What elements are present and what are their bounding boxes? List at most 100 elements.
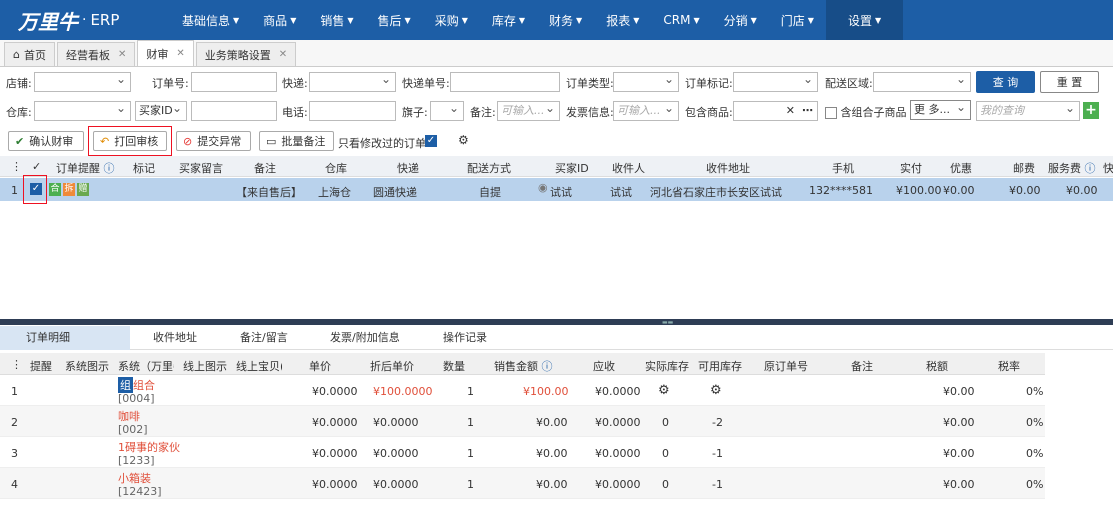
check-all-icon[interactable]: ✓	[32, 160, 41, 173]
flag-select[interactable]	[430, 99, 464, 121]
row-checkbox[interactable]: ✓	[30, 183, 42, 195]
nav-reports[interactable]: 报表 ▼	[594, 0, 651, 40]
submit-exception-button[interactable]: ⊘ 提交异常	[176, 131, 251, 151]
col-express[interactable]: 快递	[397, 160, 419, 176]
col-unit-price[interactable]: 单价	[309, 358, 331, 374]
col-ship-method[interactable]: 配送方式	[467, 160, 511, 176]
table-row[interactable]: 3 1碍事的家伙 [1233] ¥0.0000 ¥0.0000 1 ¥0.00 …	[0, 437, 1045, 468]
col-online-item[interactable]: 线上宝贝(	[236, 358, 282, 374]
close-icon[interactable]: ✕	[176, 48, 184, 59]
nav-crm[interactable]: CRM ▼	[651, 0, 711, 40]
nav-store[interactable]: 门店 ▼	[769, 0, 826, 40]
confirm-audit-button[interactable]: ✔ 确认财审	[8, 131, 84, 151]
buyer-id-input[interactable]	[191, 101, 277, 121]
col-online-image[interactable]: 线上图示	[183, 358, 227, 374]
col-mobile[interactable]: 手机	[832, 160, 854, 176]
column-menu-icon[interactable]: ⋮	[11, 160, 22, 173]
shop-select[interactable]	[34, 70, 131, 92]
nav-finance[interactable]: 财务 ▼	[537, 0, 594, 40]
col-sys-goods[interactable]: 系统（万里牛	[118, 358, 174, 374]
query-button[interactable]: 查 询	[976, 71, 1035, 93]
nav-sales[interactable]: 销售 ▼	[308, 0, 365, 40]
nav-goods[interactable]: 商品 ▼	[251, 0, 308, 40]
remark-input[interactable]: 可输入...	[497, 99, 560, 121]
col-remark[interactable]: 备注	[851, 358, 873, 374]
tab-strategy-settings[interactable]: 业务策略设置 ✕	[195, 42, 297, 66]
col-disc-price[interactable]: 折后单价	[370, 358, 414, 374]
col-tax[interactable]: 税额	[926, 358, 948, 374]
col-remind[interactable]: 提醒	[30, 358, 52, 374]
contains-goods-input[interactable]: ✕ ⋯	[733, 101, 818, 121]
col-warehouse[interactable]: 仓库	[325, 160, 347, 176]
column-menu-icon[interactable]: ⋮	[11, 358, 22, 371]
nav-purchase[interactable]: 采购 ▼	[423, 0, 480, 40]
tab-remarks[interactable]: 备注/留言	[230, 326, 298, 350]
col-service-fee[interactable]: 服务费 ⓘ	[1048, 160, 1096, 176]
drag-handle-icon[interactable]: ▬▬	[662, 319, 673, 326]
nav-distribution[interactable]: 分销 ▼	[712, 0, 769, 40]
table-row[interactable]: 1 组 组合 [0004] ¥0.0000 ¥100.0000 1 ¥100.0…	[0, 375, 1045, 406]
close-icon[interactable]: ✕	[118, 49, 126, 60]
col-qty[interactable]: 数量	[443, 358, 465, 374]
tab-address[interactable]: 收件地址	[143, 326, 207, 350]
combo-checkbox[interactable]	[825, 107, 837, 119]
my-query-select[interactable]: 我的查询	[976, 99, 1080, 121]
gear-icon[interactable]: ⚙	[458, 133, 469, 147]
tab-dashboard[interactable]: 经营看板 ✕	[56, 42, 136, 66]
col-address[interactable]: 收件地址	[706, 160, 750, 176]
col-tax-rate[interactable]: 税率	[998, 358, 1020, 374]
pane-splitter[interactable]: ▬▬	[0, 319, 1113, 326]
add-icon[interactable]: +	[1083, 102, 1099, 119]
col-more[interactable]: 快	[1103, 160, 1113, 176]
col-remark[interactable]: 备注	[254, 160, 276, 176]
nav-after-sales[interactable]: 售后 ▼	[366, 0, 423, 40]
close-icon[interactable]: ✕	[279, 49, 287, 60]
col-discount[interactable]: 优惠	[950, 160, 972, 176]
col-paid[interactable]: 实付	[900, 160, 922, 176]
invoice-input[interactable]: 可输入...	[613, 99, 679, 121]
col-postage[interactable]: 邮费	[1013, 160, 1035, 176]
col-sale-amount[interactable]: 销售金额 ⓘ	[494, 358, 553, 374]
goods-name[interactable]: 组合	[133, 377, 155, 393]
table-row[interactable]: 4 小箱装 [12423] ¥0.0000 ¥0.0000 1 ¥0.00 ¥0…	[0, 468, 1045, 499]
goods-name[interactable]: 咖啡	[118, 408, 140, 424]
goods-name[interactable]: 1碍事的家伙	[118, 439, 180, 455]
batch-remark-button[interactable]: ▭ 批量备注	[259, 131, 334, 151]
col-recipient[interactable]: 收件人	[612, 160, 645, 176]
express-select[interactable]	[309, 70, 396, 92]
nav-inventory[interactable]: 库存 ▼	[480, 0, 537, 40]
express-no-input[interactable]	[450, 72, 560, 92]
stock-detail-icon[interactable]: ⚙	[710, 383, 722, 398]
order-mark-select[interactable]	[733, 70, 818, 92]
region-select[interactable]	[873, 70, 971, 92]
col-avail-stock[interactable]: 可用库存	[698, 358, 742, 374]
nav-basic-info[interactable]: 基础信息 ▼	[170, 0, 251, 40]
more-icon[interactable]: ⋯	[802, 102, 813, 120]
tab-invoice[interactable]: 发票/附加信息	[320, 326, 410, 350]
order-no-input[interactable]	[191, 72, 277, 92]
table-row[interactable]: 2 咖啡 [002] ¥0.0000 ¥0.0000 1 ¥0.00 ¥0.00…	[0, 406, 1045, 437]
goods-name[interactable]: 小箱装	[118, 470, 151, 486]
col-actual-stock[interactable]: 实际库存	[645, 358, 689, 374]
order-type-select[interactable]	[613, 70, 679, 92]
phone-input[interactable]	[309, 101, 396, 121]
col-mark[interactable]: 标记	[133, 160, 155, 176]
tab-op-log[interactable]: 操作记录	[433, 326, 497, 350]
buyer-id-select[interactable]: 买家ID	[135, 99, 187, 121]
col-orig-order[interactable]: 原订单号	[764, 358, 808, 374]
table-row[interactable]: 1 ✓ 合 拆 赠 【来自售后】 上海仓 圆通快递 自提 ◉ 试试 试试 河北省…	[0, 178, 1113, 201]
only-modified-checkbox[interactable]: ✓	[425, 135, 437, 147]
col-order-remind[interactable]: 订单提醒 ⓘ	[56, 160, 115, 176]
more-select[interactable]: 更 多...	[910, 98, 971, 120]
col-sys-image[interactable]: 系统图示	[65, 358, 109, 374]
col-buyer-id[interactable]: 买家ID	[555, 160, 589, 176]
col-buyer-message[interactable]: 买家留言	[179, 160, 223, 176]
clear-icon[interactable]: ✕	[786, 102, 795, 120]
col-receivable[interactable]: 应收	[593, 358, 615, 374]
nav-settings[interactable]: 设置 ▼	[825, 0, 904, 40]
combo-checkbox-wrap[interactable]: 含组合子商品	[825, 104, 907, 120]
tab-home[interactable]: ⌂ 首页	[4, 42, 55, 66]
stock-detail-icon[interactable]: ⚙	[658, 383, 670, 398]
print-back-button[interactable]: ↶ 打回审核	[93, 131, 167, 151]
reset-button[interactable]: 重 置	[1040, 71, 1099, 93]
